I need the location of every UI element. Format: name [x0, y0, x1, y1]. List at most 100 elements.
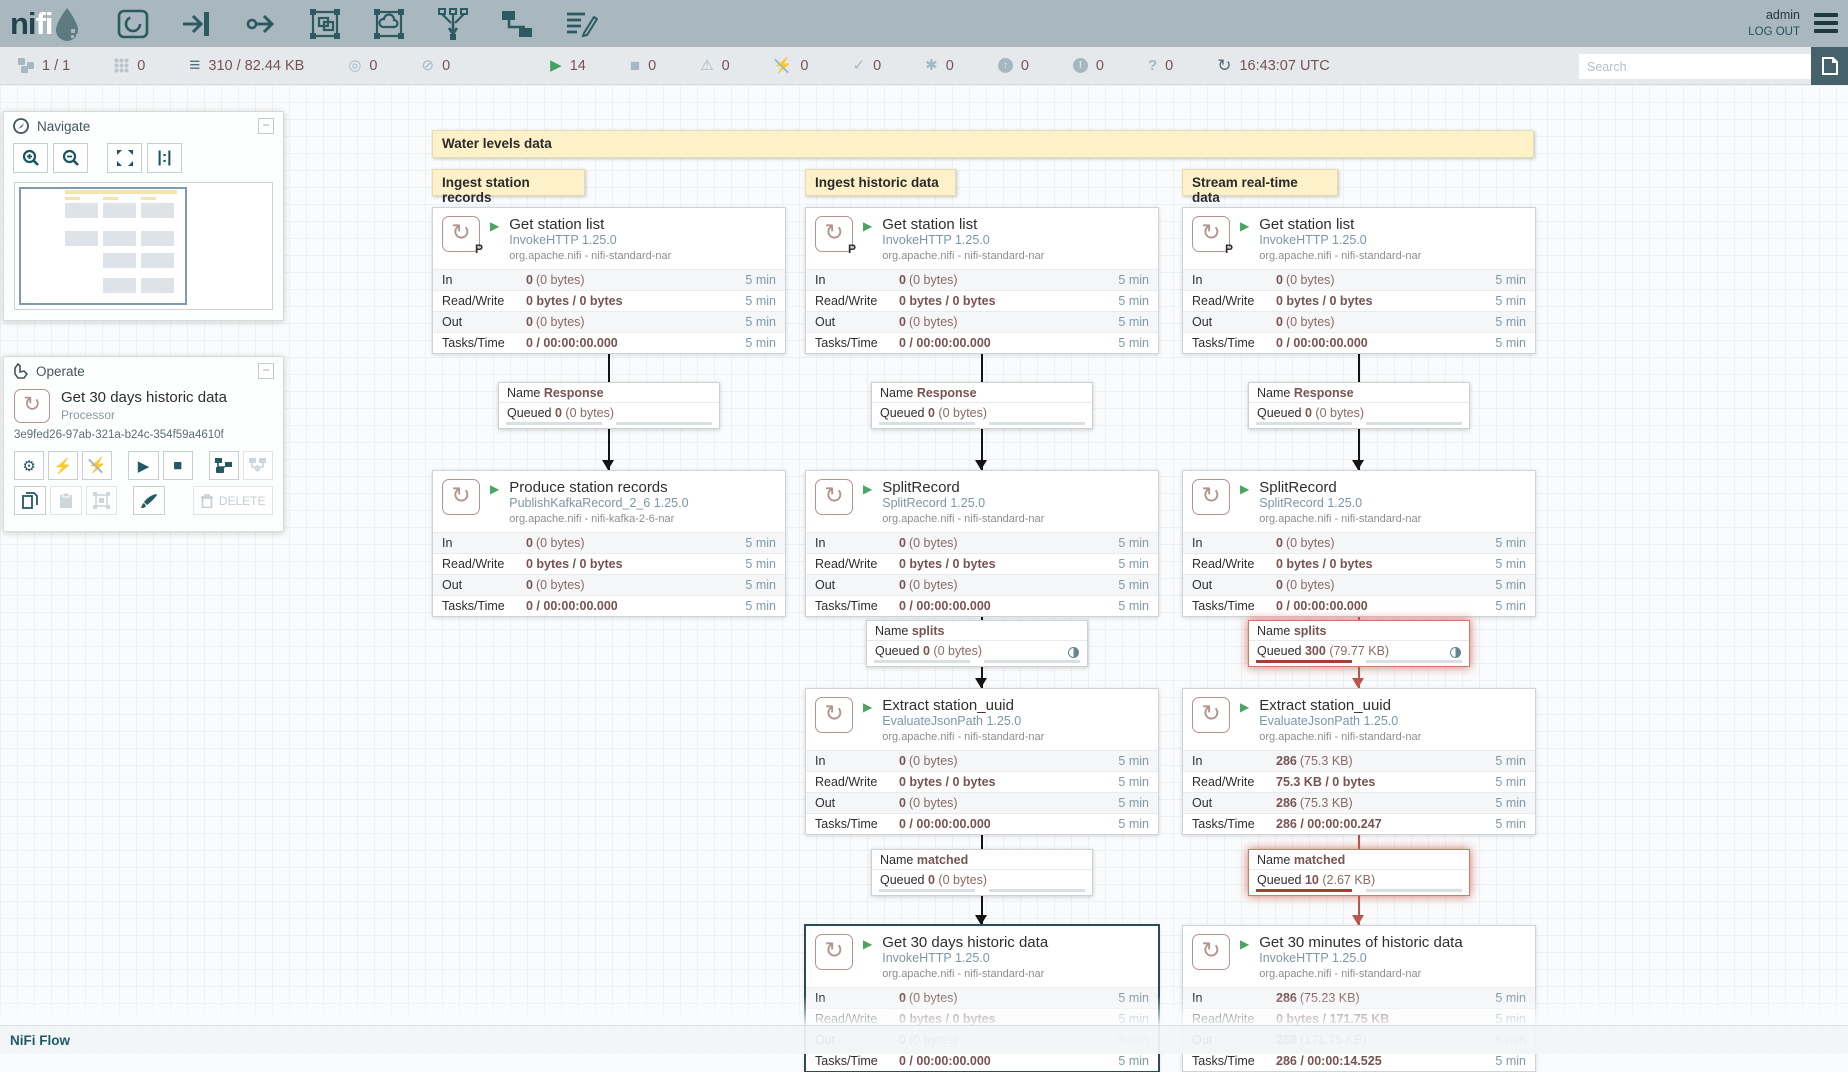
component-toolbar — [115, 6, 599, 42]
processor-type: SplitRecord 1.25.0 — [1259, 496, 1421, 512]
connection-label-matched[interactable]: Name matched Queued 0 (0 bytes) — [871, 849, 1093, 896]
label-water-levels-data[interactable]: Water levels data — [432, 130, 1534, 158]
collapse-operate-button[interactable]: − — [258, 363, 274, 379]
transmitting-count: 0 — [369, 58, 377, 74]
running-stat: ▶ 14 — [550, 58, 586, 74]
zoom-actual-size-button[interactable]: |:| — [147, 143, 182, 173]
processor-icon: ↻ — [442, 479, 480, 515]
label-ingest-station-records[interactable]: Ingest station records — [432, 169, 585, 196]
input-port-tool-icon[interactable] — [179, 6, 215, 42]
disable-button[interactable]: ⚡ — [82, 451, 112, 480]
processor-icon: ↻ — [815, 697, 853, 733]
refresh-icon[interactable]: ↻ — [1217, 57, 1231, 74]
delete-button[interactable]: DELETE — [193, 486, 273, 515]
sync-failure-count: 0 — [1165, 58, 1173, 74]
running-status-icon: ▶ — [1240, 937, 1249, 981]
zoom-fit-button[interactable] — [107, 143, 142, 173]
selected-component-id: 3e9fed26-97ab-321a-b24c-354f59a4610f — [14, 429, 273, 441]
breadcrumb[interactable]: NiFi Flow — [10, 1033, 70, 1048]
group-button[interactable] — [86, 486, 118, 515]
processor-type: InvokeHTTP 1.25.0 — [509, 233, 671, 249]
operate-panel: Operate − ↻ Get 30 days historic data Pr… — [3, 356, 284, 532]
processor-type: SplitRecord 1.25.0 — [882, 496, 1044, 512]
zoom-out-button[interactable] — [53, 143, 88, 173]
running-status-icon: ▶ — [1240, 700, 1249, 744]
enable-button[interactable]: ⚡ — [48, 451, 78, 480]
stopped-stat: ■ 0 — [630, 57, 656, 74]
label-ingest-historic-data[interactable]: Ingest historic data — [805, 169, 956, 196]
locally-modified-icon: ✱ — [925, 58, 938, 73]
connection-label-response[interactable]: Name Response Queued 0 (0 bytes) — [498, 382, 720, 429]
revert-flow-version-button[interactable] — [243, 451, 273, 480]
processor-name: SplitRecord — [1259, 479, 1421, 496]
template-tool-icon[interactable] — [499, 6, 535, 42]
running-status-icon: ▶ — [490, 482, 499, 526]
current-user-label: admin — [1748, 6, 1800, 24]
processor-name: Get station list — [1259, 216, 1421, 233]
label-tool-icon[interactable] — [563, 6, 599, 42]
processor-get-station-list[interactable]: ↻P ▶ Get station list InvokeHTTP 1.25.0 … — [432, 207, 786, 354]
processor-type: InvokeHTTP 1.25.0 — [882, 951, 1048, 967]
connection-label-matched-alert[interactable]: Name matched Queued 10 (2.67 KB) — [1248, 849, 1470, 896]
processor-extract-station-uuid[interactable]: ↻ ▶ Extract station_uuid EvaluateJsonPat… — [1182, 688, 1536, 835]
remote-process-group-tool-icon[interactable] — [371, 6, 407, 42]
connection-label-response[interactable]: Name Response Queued 0 (0 bytes) — [1248, 382, 1470, 429]
invalid-count: 0 — [722, 58, 730, 74]
zoom-in-button[interactable] — [13, 143, 48, 173]
water-drop-icon — [53, 7, 81, 41]
global-menu-icon[interactable] — [1814, 13, 1838, 37]
disabled-icon: ⚡ — [774, 58, 793, 73]
compass-icon — [13, 118, 29, 134]
queued-list-icon: ≡ — [189, 56, 200, 75]
refresh-stat: ↻ 16:43:07 UTC — [1217, 57, 1330, 74]
connection-label-response[interactable]: Name Response Queued 0 (0 bytes) — [871, 382, 1093, 429]
save-flow-version-button[interactable] — [209, 451, 239, 480]
transmitting-stat: ◎ 0 — [348, 58, 377, 74]
processor-bundle: org.apache.nifi - nifi-standard-nar — [1259, 730, 1421, 744]
processor-icon: ↻P — [1192, 216, 1230, 252]
processor-bundle: org.apache.nifi - nifi-standard-nar — [1259, 512, 1421, 526]
processor-extract-station-uuid[interactable]: ↻ ▶ Extract station_uuid EvaluateJsonPat… — [805, 688, 1159, 835]
logo-text-fi: fi — [36, 6, 53, 42]
processor-get-station-list[interactable]: ↻P ▶ Get station list InvokeHTTP 1.25.0 … — [805, 207, 1159, 354]
stop-button[interactable]: ■ — [163, 451, 193, 480]
nifi-logo: nifi — [10, 6, 81, 42]
change-color-button[interactable] — [133, 486, 165, 515]
primary-node-badge: P — [1225, 242, 1233, 256]
label-stream-real-time-data[interactable]: Stream real-time data — [1182, 169, 1338, 196]
queued-count: 310 / 82.44 KB — [208, 58, 304, 74]
locally-modified-stale-count: 0 — [1096, 58, 1104, 74]
stopped-count: 0 — [648, 58, 656, 74]
processor-type: EvaluateJsonPath 1.25.0 — [1259, 714, 1421, 730]
output-port-tool-icon[interactable] — [243, 6, 279, 42]
sync-failure-stat: ? 0 — [1148, 58, 1173, 74]
connection-label-splits-alert[interactable]: Name splits Queued 300 (79.77 KB) — [1248, 620, 1470, 667]
processor-splitrecord[interactable]: ↻ ▶ SplitRecord SplitRecord 1.25.0 org.a… — [805, 470, 1159, 617]
processor-produce-station-records[interactable]: ↻ ▶ Produce station records PublishKafka… — [432, 470, 786, 617]
start-button[interactable]: ▶ — [128, 451, 158, 480]
running-status-icon: ▶ — [863, 937, 872, 981]
search-input[interactable] — [1579, 54, 1811, 79]
processor-tool-icon[interactable] — [115, 6, 151, 42]
collapse-navigate-button[interactable]: − — [258, 118, 274, 134]
paste-button[interactable] — [50, 486, 82, 515]
processor-name: Get station list — [882, 216, 1044, 233]
process-group-tool-icon[interactable] — [307, 6, 343, 42]
birdseye-minimap[interactable] — [14, 182, 273, 310]
processor-icon: ↻ — [1192, 479, 1230, 515]
not-transmitting-stat: ⊘ 0 — [422, 58, 451, 74]
funnel-tool-icon[interactable] — [435, 6, 471, 42]
configure-button[interactable]: ⚙ — [14, 451, 44, 480]
logout-link[interactable]: LOG OUT — [1748, 24, 1800, 41]
processor-get-station-list[interactable]: ↻P ▶ Get station list InvokeHTTP 1.25.0 … — [1182, 207, 1536, 354]
connection-label-splits[interactable]: Name splits Queued 0 (0 bytes) — [866, 620, 1088, 667]
new-document-button[interactable] — [1811, 47, 1848, 85]
user-menu: admin LOG OUT — [1748, 6, 1800, 41]
running-status-icon: ▶ — [490, 219, 499, 263]
locally-modified-stat: ✱ 0 — [925, 58, 954, 74]
operate-title: Operate — [36, 364, 85, 379]
running-status-icon: ▶ — [863, 219, 872, 263]
processor-splitrecord[interactable]: ↻ ▶ SplitRecord SplitRecord 1.25.0 org.a… — [1182, 470, 1536, 617]
copy-button[interactable] — [14, 486, 46, 515]
processor-type: PublishKafkaRecord_2_6 1.25.0 — [509, 496, 688, 512]
